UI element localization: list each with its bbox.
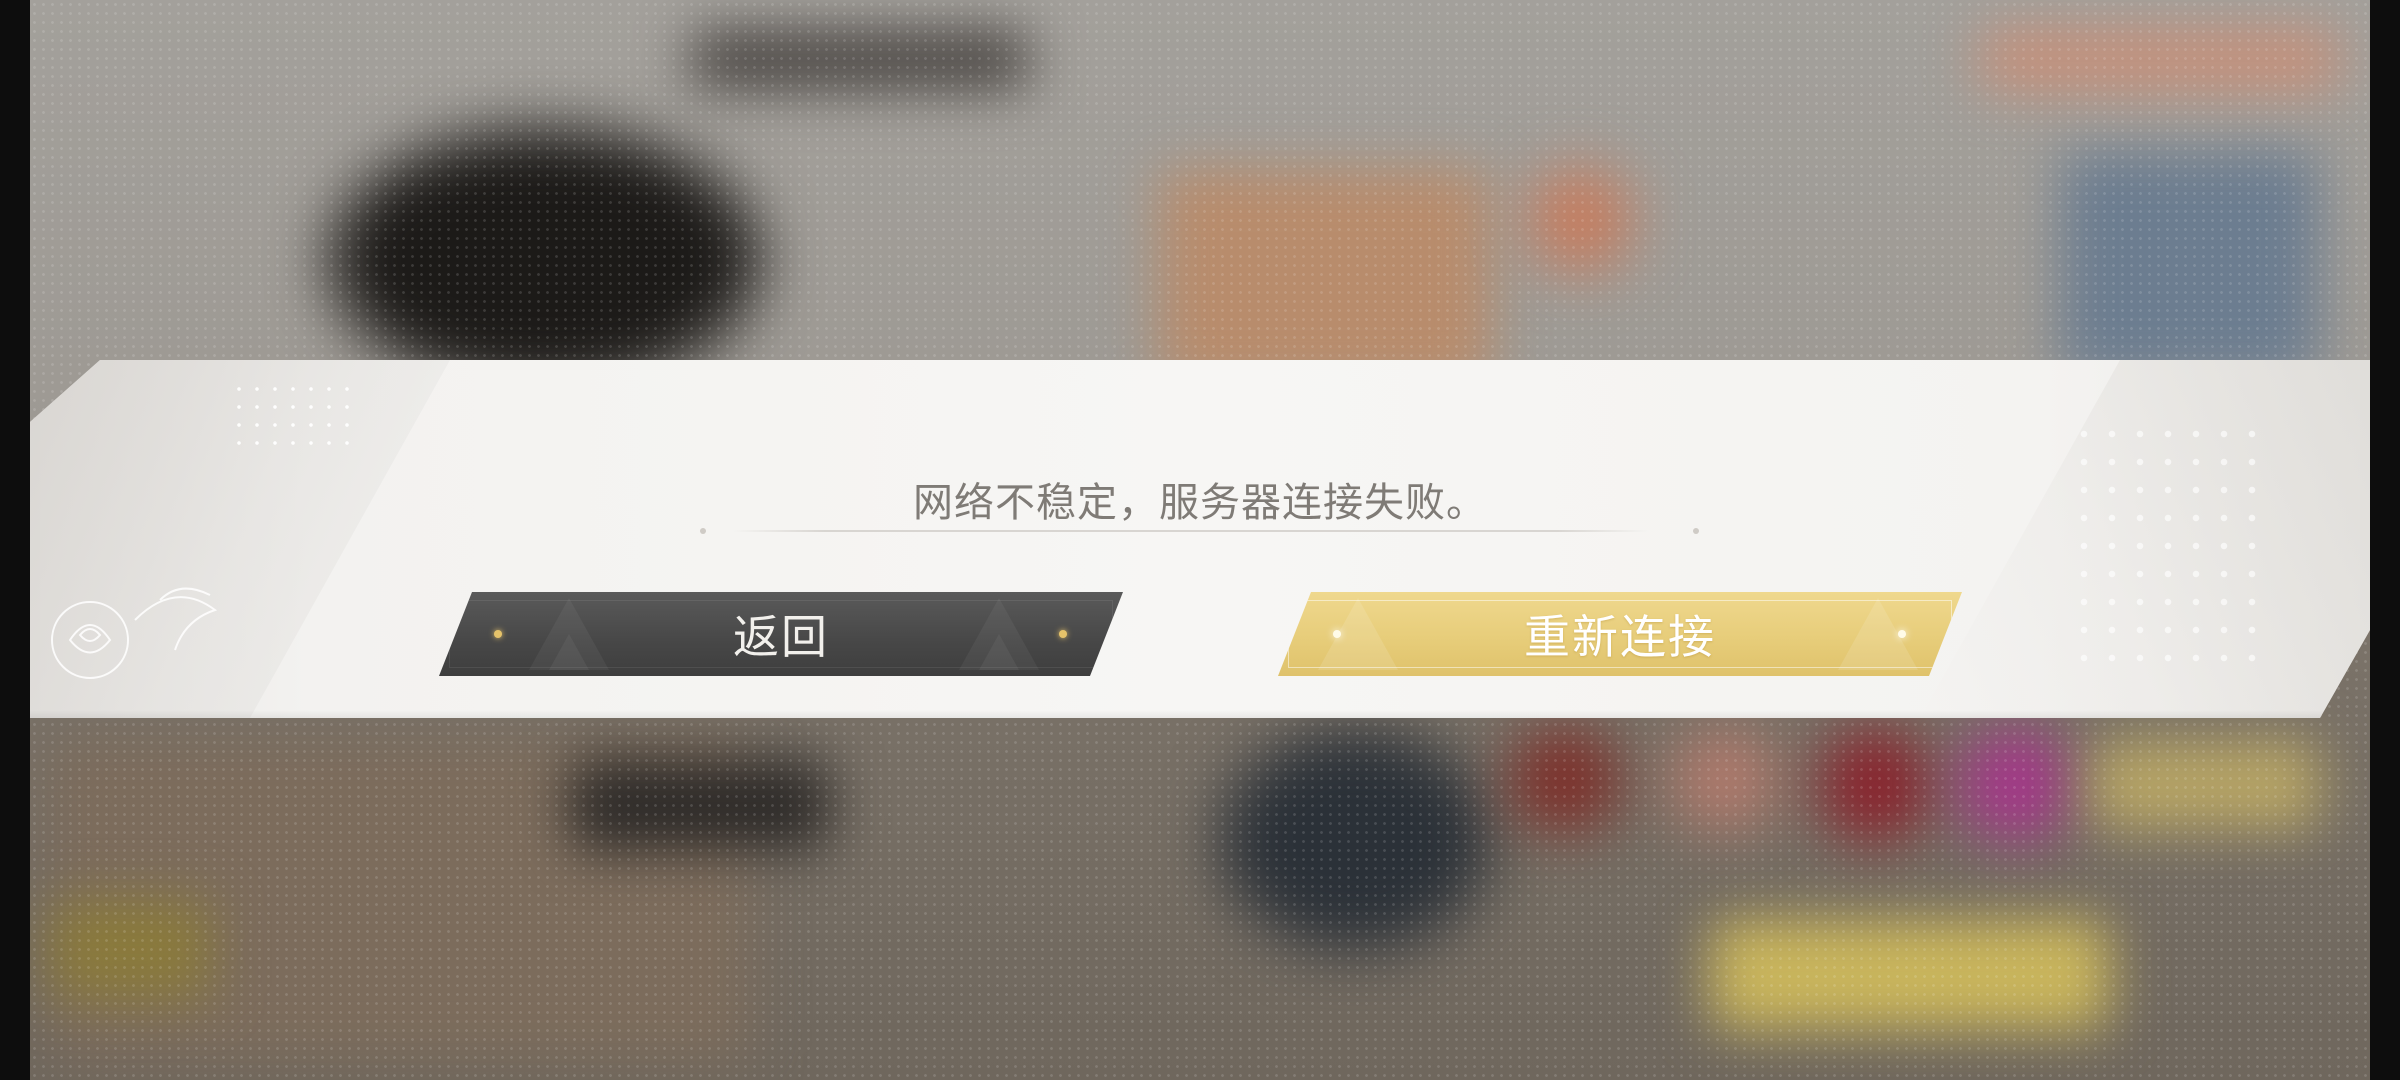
divider-dot-left (700, 528, 706, 534)
spark-icon (494, 630, 502, 638)
rose-outline-icon (51, 587, 218, 679)
reconnect-button[interactable]: 重新连接 (1278, 592, 1962, 676)
triangle-pattern-icon (529, 598, 609, 670)
error-message: 网络不稳定，服务器连接失败。 (913, 480, 1487, 526)
diamond-pattern-icon (2070, 420, 2270, 680)
left-letterbox-bar (0, 0, 30, 1080)
error-dialog-band (30, 360, 2370, 718)
back-button[interactable]: 返回 (439, 592, 1123, 676)
triangle-pattern-icon (1838, 598, 1918, 670)
spark-icon (1898, 630, 1906, 638)
divider-dot-right (1693, 528, 1699, 534)
message-divider (733, 530, 1649, 532)
spark-icon (1059, 630, 1067, 638)
back-button-label: 返回 (733, 610, 829, 664)
reconnect-button-label: 重新连接 (1524, 610, 1716, 664)
right-letterbox-bar (2370, 0, 2400, 1080)
spark-icon (1333, 630, 1341, 638)
triangle-pattern-icon (1318, 598, 1398, 670)
triangle-pattern-icon (959, 598, 1039, 670)
dot-grid-icon (230, 380, 360, 455)
